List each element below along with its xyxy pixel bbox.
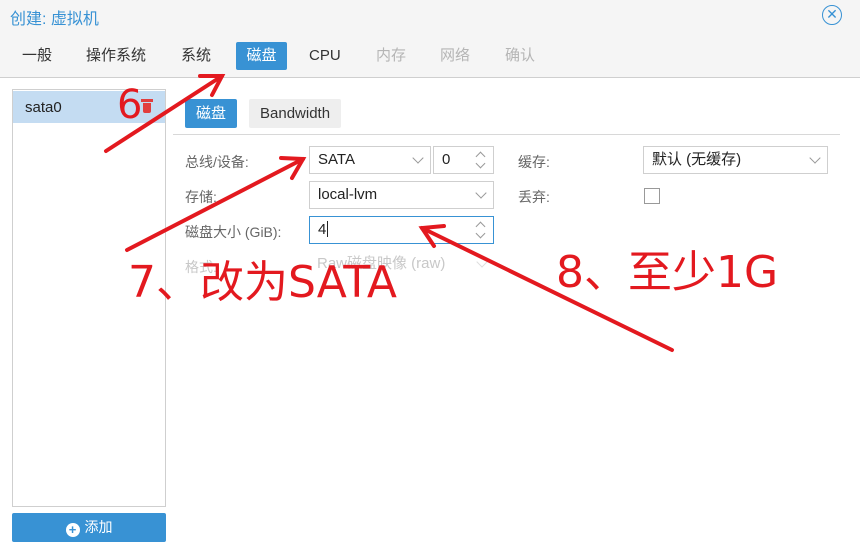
chevron-down-icon [412, 152, 424, 164]
tab-os[interactable]: 操作系统 [80, 42, 152, 70]
subtab-bandwidth[interactable]: Bandwidth [249, 99, 342, 128]
chevron-down-icon [809, 152, 821, 164]
subtab-divider [173, 134, 840, 135]
chevron-down-icon [475, 187, 487, 199]
add-disk-button[interactable]: + 添加 [12, 513, 166, 542]
disk-size-input[interactable]: 4 [309, 216, 494, 244]
tab-general[interactable]: 一般 [16, 42, 58, 70]
device-index-spinner[interactable]: 0 [433, 146, 494, 174]
tab-network[interactable]: 网络 [434, 42, 476, 70]
chevron-down-icon [476, 256, 488, 268]
disk-size-value: 4 [318, 221, 327, 238]
tab-disk[interactable]: 磁盘 [236, 42, 287, 70]
storage-label: 存储: [185, 189, 217, 205]
close-icon[interactable]: ✕ [822, 5, 842, 25]
tab-confirm[interactable]: 确认 [499, 42, 541, 70]
plus-icon: + [65, 523, 80, 537]
spinner-arrows-icon[interactable] [475, 220, 487, 240]
annotation-arrowhead-6 [198, 74, 226, 97]
annotation-step-6: 6 [117, 82, 143, 128]
add-button-label: 添加 [84, 519, 113, 535]
subtab-disk[interactable]: 磁盘 [185, 99, 238, 128]
tab-cpu[interactable]: CPU [303, 42, 347, 70]
tab-system[interactable]: 系统 [175, 42, 217, 70]
window-titlebar: 创建: 虚拟机 ✕ [0, 0, 860, 32]
bus-select[interactable]: SATA [309, 146, 431, 174]
disk-item-label: sata0 [25, 99, 62, 116]
discard-label: 丢弃: [518, 189, 550, 205]
window-title: 创建: 虚拟机 [10, 11, 99, 28]
storage-select-value: local-lvm [318, 186, 378, 203]
wizard-tabbar: 一般 操作系统 系统 磁盘 CPU 内存 网络 确认 [0, 32, 860, 78]
storage-select[interactable]: local-lvm [309, 181, 494, 209]
device-index-value: 0 [442, 151, 451, 168]
spinner-arrows-icon[interactable] [475, 150, 487, 170]
bus-select-value: SATA [318, 151, 355, 168]
discard-checkbox[interactable] [644, 188, 660, 204]
annotation-arrowhead-7 [279, 156, 307, 180]
annotation-step-8: 8、至少1G [556, 247, 779, 298]
cache-select[interactable]: 默认 (无缓存) [643, 146, 828, 174]
tab-memory[interactable]: 内存 [370, 42, 412, 70]
text-caret [327, 221, 329, 237]
cache-select-value: 默认 (无缓存) [652, 151, 742, 168]
cache-label: 缓存: [518, 154, 550, 170]
bus-device-label: 总线/设备: [185, 154, 249, 170]
disk-size-label: 磁盘大小 (GiB): [185, 224, 282, 240]
trash-icon[interactable] [141, 99, 153, 113]
annotation-step-7: 7、改为SATA [128, 257, 397, 308]
